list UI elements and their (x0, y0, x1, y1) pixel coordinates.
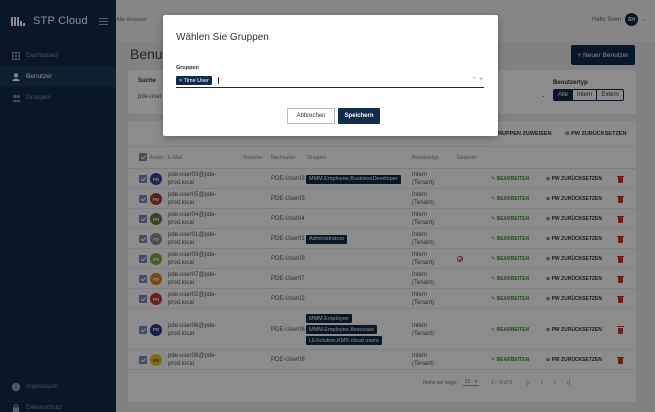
cancel-button[interactable]: Abbrechen (287, 108, 335, 124)
chevron-down-icon[interactable] (479, 78, 483, 80)
clear-icon[interactable]: × (472, 76, 476, 82)
dialog-title: Wählen Sie Gruppen (176, 32, 269, 43)
selected-group-chip[interactable]: × Time User (176, 76, 212, 85)
select-groups-dialog: Wählen Sie Gruppen Gruppen × Time User ×… (163, 15, 498, 136)
save-button[interactable]: Speichern (338, 108, 380, 124)
groups-select-input[interactable]: × Time User × (176, 75, 484, 88)
groups-field-label: Gruppen (176, 65, 199, 71)
text-caret (218, 77, 219, 84)
